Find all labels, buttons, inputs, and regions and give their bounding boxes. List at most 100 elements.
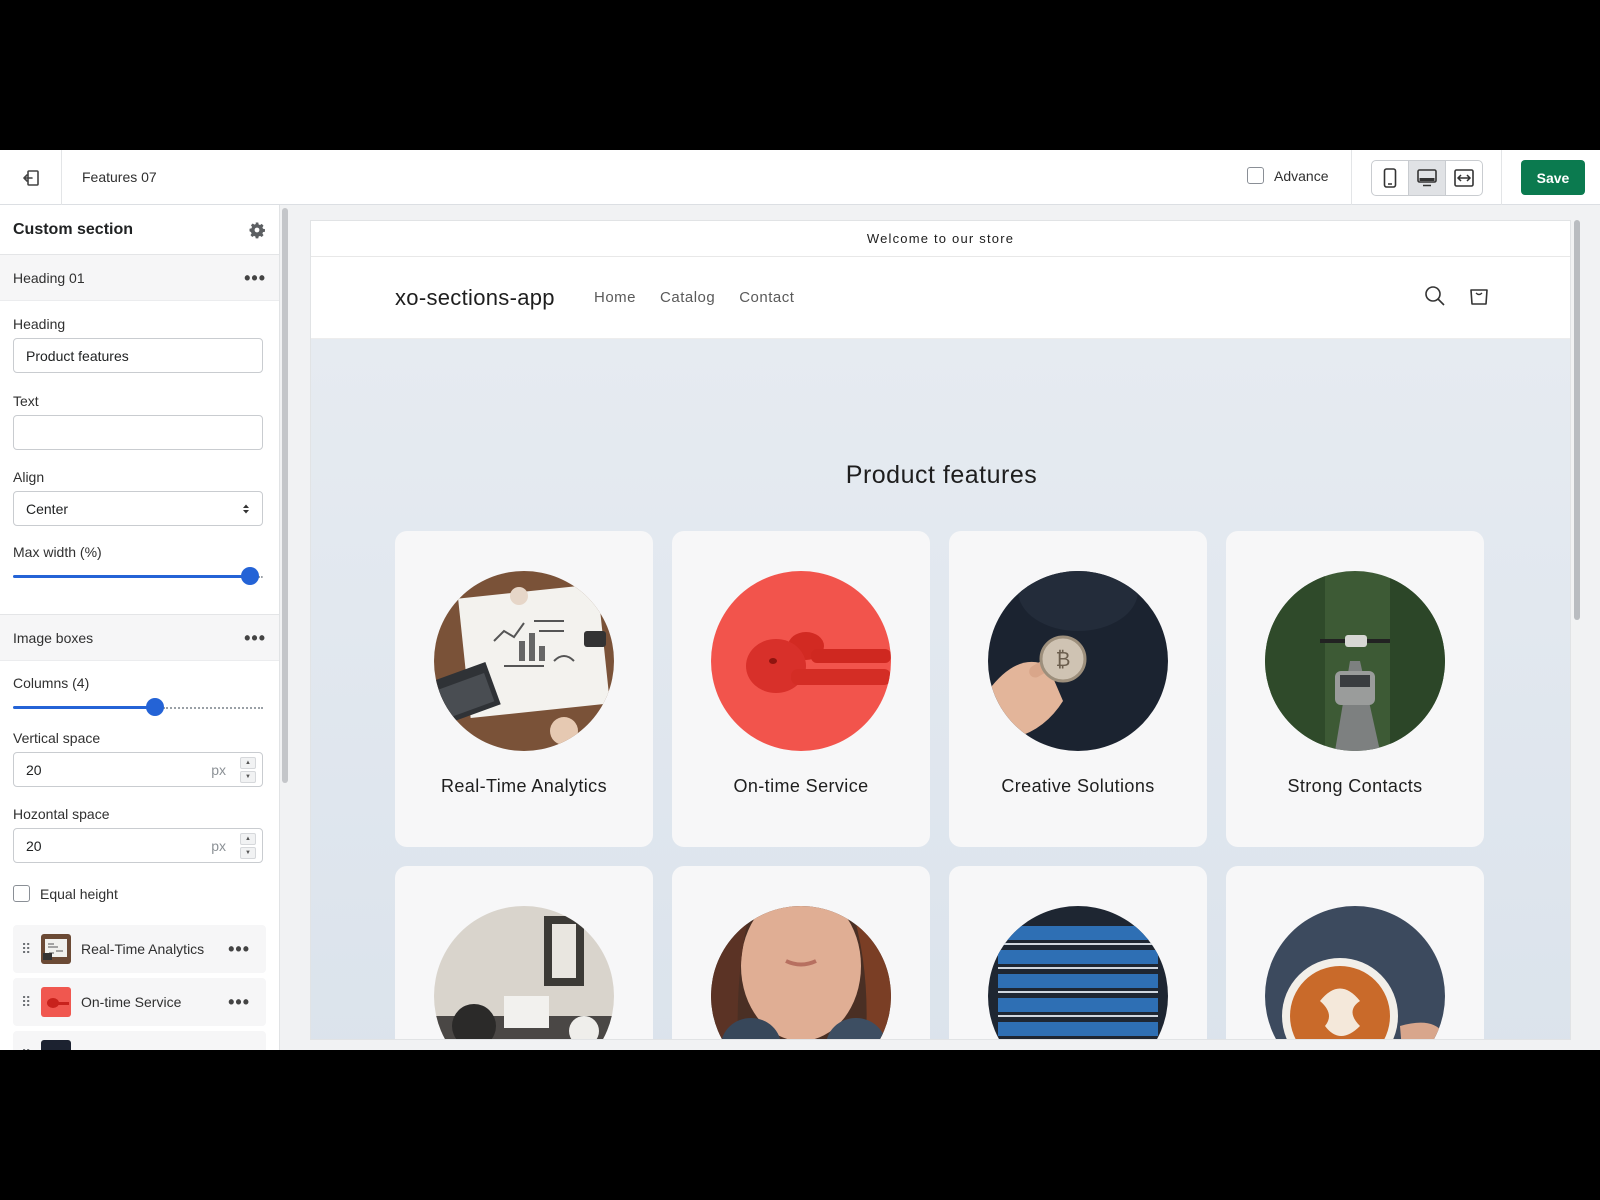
unit-label: px	[211, 761, 226, 778]
store-preview: Welcome to our store xo-sections-app Hom…	[310, 220, 1571, 1040]
advance-toggle[interactable]: Advance	[1247, 167, 1328, 184]
analytics-desk-image	[434, 571, 614, 751]
earbuds-thumbnail	[41, 987, 71, 1017]
feature-card[interactable]	[395, 866, 653, 1039]
feature-card[interactable]: Strong Contacts	[1226, 531, 1484, 847]
save-button[interactable]: Save	[1521, 160, 1585, 195]
sidebar-scrollbar[interactable]	[282, 208, 288, 783]
nav-catalog[interactable]: Catalog	[660, 289, 715, 306]
vertical-space-label: Vertical space	[13, 730, 101, 746]
more-options-icon[interactable]: •••	[244, 269, 266, 287]
align-value: Center	[26, 500, 69, 517]
drag-handle-icon[interactable]: ⠿	[21, 994, 31, 1011]
svg-text:₿: ₿	[1056, 647, 1071, 671]
text-label: Text	[13, 393, 39, 409]
decrement-icon[interactable]: ▼	[240, 771, 256, 783]
analytics-thumbnail	[41, 934, 71, 964]
text-input[interactable]	[13, 415, 263, 450]
feature-card[interactable]	[1226, 866, 1484, 1039]
feature-card[interactable]	[672, 866, 930, 1039]
desktop-view-button[interactable]	[1409, 161, 1446, 195]
card-title: On-time Service	[733, 776, 869, 796]
mobile-view-button[interactable]	[1372, 161, 1409, 195]
increment-icon[interactable]: ▲	[240, 757, 256, 769]
latte-art-image	[1265, 906, 1445, 1039]
preview-scrollbar[interactable]	[1574, 220, 1580, 620]
feature-card[interactable]	[949, 866, 1207, 1039]
align-field: Align Center	[0, 469, 279, 526]
block-item[interactable]: ⠿ Real-Time Analytics •••	[13, 925, 266, 973]
store-icons	[1424, 285, 1490, 307]
drag-handle-icon[interactable]: ⠿	[21, 1047, 31, 1051]
section-title: Product features	[845, 461, 1038, 489]
store-logo[interactable]: xo-sections-app	[395, 285, 555, 311]
nav-contact[interactable]: Contact	[739, 289, 794, 306]
nav-home[interactable]: Home	[594, 289, 636, 306]
exit-button[interactable]	[0, 150, 62, 205]
horizontal-space-input[interactable]: 20 px ▲ ▼	[13, 828, 263, 863]
gear-icon[interactable]	[248, 221, 266, 239]
divider	[1351, 150, 1352, 205]
more-options-icon[interactable]: •••	[244, 629, 266, 647]
horizontal-space-label: Hozontal space	[13, 806, 110, 822]
feature-card[interactable]: Real-Time Analytics	[395, 531, 653, 847]
fullwidth-view-button[interactable]	[1446, 161, 1482, 195]
heading-group-header[interactable]: Heading 01 •••	[0, 255, 279, 301]
more-options-icon[interactable]: •••	[228, 993, 250, 1011]
stepper: ▲ ▼	[240, 757, 256, 783]
coin-thumbnail	[41, 1040, 71, 1050]
desktop-icon	[1417, 169, 1437, 187]
decrement-icon[interactable]: ▼	[240, 847, 256, 859]
block-label: Real-Time Analytics	[81, 941, 205, 957]
vertical-space-field: Vertical space 20 px ▲ ▼	[0, 730, 279, 787]
vertical-space-input[interactable]: 20 px ▲ ▼	[13, 752, 263, 787]
align-select[interactable]: Center	[13, 491, 263, 526]
advance-checkbox[interactable]	[1247, 167, 1264, 184]
columns-label: Columns (4)	[13, 675, 90, 691]
red-earbuds-image	[711, 571, 891, 751]
equal-height-toggle[interactable]: Equal height	[0, 885, 279, 902]
drag-handle-icon[interactable]: ⠿	[21, 941, 31, 958]
announcement-bar: Welcome to our store	[311, 221, 1570, 257]
image-boxes-group-header[interactable]: Image boxes •••	[0, 615, 279, 661]
headphones-woman-image	[711, 906, 891, 1039]
card-title: Strong Contacts	[1287, 776, 1423, 796]
heading-input[interactable]: Product features	[13, 338, 263, 373]
horizontal-space-value: 20	[26, 837, 42, 854]
equal-height-checkbox[interactable]	[13, 885, 30, 902]
advance-label: Advance	[1274, 167, 1329, 184]
slider-rest	[163, 707, 263, 709]
search-icon[interactable]	[1424, 285, 1446, 307]
app-window: Features 07 Advance Save Custom section	[0, 150, 1600, 1050]
more-options-icon[interactable]: •••	[228, 940, 250, 958]
slider-track	[13, 575, 250, 578]
block-item[interactable]: ⠿	[13, 1031, 266, 1050]
server-rack-image	[988, 906, 1168, 1039]
divider	[1501, 150, 1502, 205]
horizontal-space-field: Hozontal space 20 px ▲ ▼	[0, 806, 279, 863]
exit-icon	[22, 169, 39, 186]
page-title: Features 07	[82, 169, 157, 185]
block-item[interactable]: ⠿ On-time Service •••	[13, 978, 266, 1026]
sidebar-header: Custom section	[0, 205, 279, 255]
feature-card[interactable]: On-time Service	[672, 531, 930, 847]
heading-group-title: Heading 01	[13, 269, 85, 286]
max-width-label: Max width (%)	[13, 544, 102, 560]
slider-thumb[interactable]	[241, 567, 259, 585]
feature-card[interactable]: ₿ Creative Solutions	[949, 531, 1207, 847]
card-title: Real-Time Analytics	[441, 776, 607, 796]
max-width-field: Max width (%)	[0, 544, 279, 586]
stepper: ▲ ▼	[240, 833, 256, 859]
mobile-icon	[1383, 168, 1397, 188]
drone-car-image	[1265, 571, 1445, 751]
slider-thumb[interactable]	[146, 698, 165, 716]
increment-icon[interactable]: ▲	[240, 833, 256, 845]
settings-sidebar: Custom section Heading 01 ••• Heading Pr…	[0, 205, 280, 1050]
sidebar-title: Custom section	[13, 220, 134, 238]
heading-label: Heading	[13, 316, 66, 332]
cart-icon[interactable]	[1468, 285, 1490, 307]
vertical-space-value: 20	[26, 761, 42, 778]
max-width-slider[interactable]	[13, 566, 263, 586]
store-header: xo-sections-app Home Catalog Contact	[311, 257, 1570, 339]
columns-slider[interactable]	[13, 697, 263, 717]
